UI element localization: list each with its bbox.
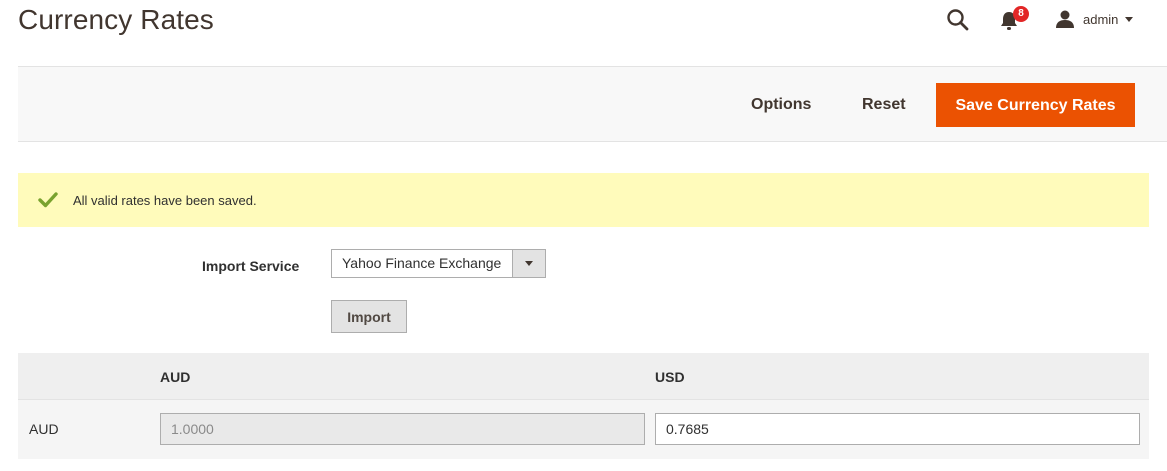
column-header-aud: AUD [160,369,191,385]
page-title: Currency Rates [18,4,214,35]
user-account-menu[interactable]: admin [1055,8,1134,30]
rate-input-aud-aud [160,413,645,445]
user-icon [1056,10,1074,28]
currency-rates-page: Currency Rates 8 admin Options Reset Sav… [0,0,1167,471]
search-button[interactable] [946,8,970,32]
reset-button[interactable]: Reset [846,83,922,127]
search-icon [947,9,969,31]
chevron-down-icon[interactable] [512,250,545,277]
column-header-usd: USD [655,369,685,385]
row-currency-label: AUD [29,421,59,437]
currency-rates-table: AUD USD AUD [18,353,1149,459]
import-service-select[interactable]: Yahoo Finance Exchange [331,249,546,278]
table-row: AUD [18,400,1149,459]
notifications-button[interactable]: 8 [999,6,1029,32]
success-message: All valid rates have been saved. [18,173,1149,227]
check-icon [38,192,58,208]
message-text: All valid rates have been saved. [73,192,257,208]
user-name: admin [1083,11,1119,27]
save-currency-rates-button[interactable]: Save Currency Rates [936,83,1135,127]
table-header: AUD USD [18,353,1149,400]
page-actions-bar: Options Reset Save Currency Rates [18,66,1167,142]
import-service-label: Import Service [202,258,300,274]
rate-input-aud-usd[interactable] [655,413,1140,445]
import-button[interactable]: Import [331,300,407,333]
chevron-down-icon [1125,16,1134,22]
notifications-count-badge: 8 [1013,6,1029,22]
import-service-selected-value: Yahoo Finance Exchange [342,255,502,271]
options-button[interactable]: Options [735,83,827,127]
